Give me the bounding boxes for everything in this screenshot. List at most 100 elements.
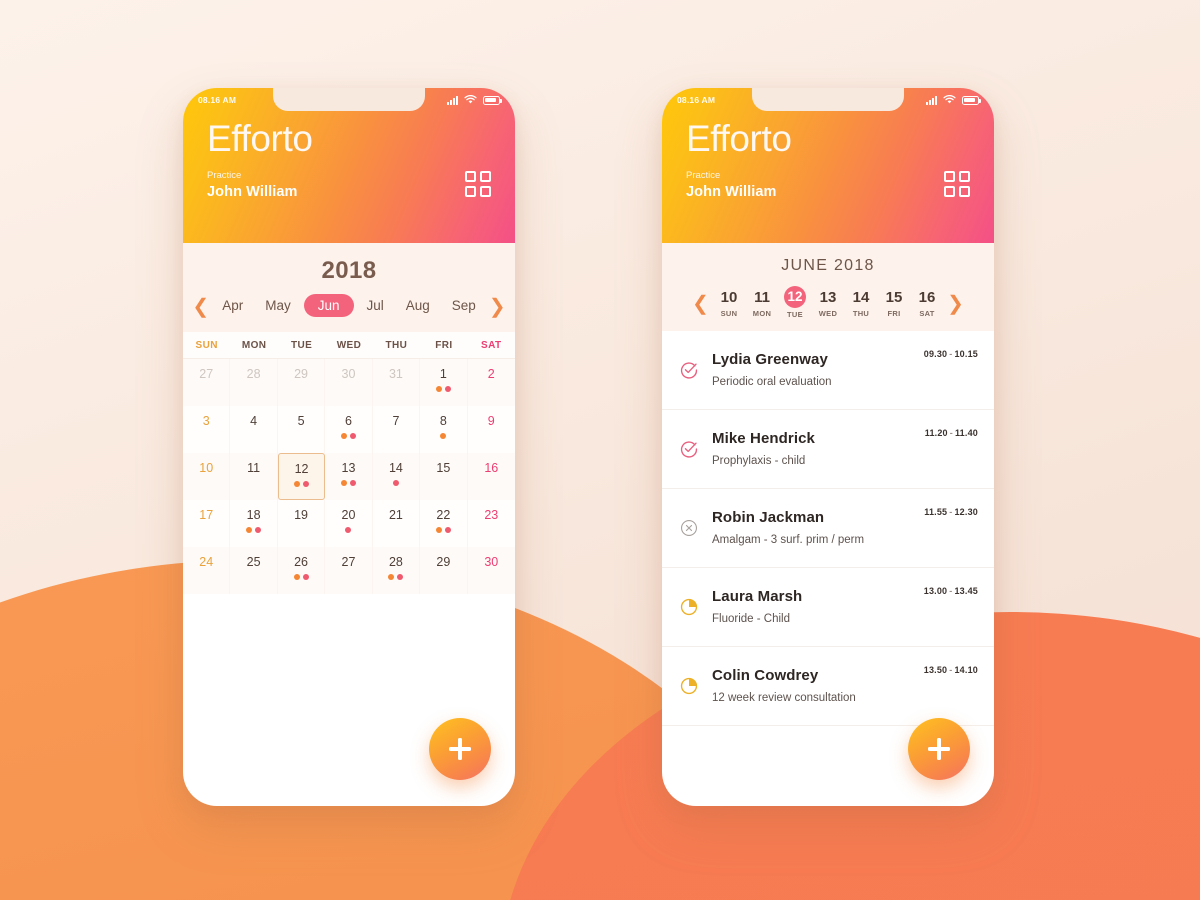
- calendar-day-cell[interactable]: 4: [230, 406, 278, 453]
- day-prev-button[interactable]: ❮: [690, 293, 712, 313]
- dow-label-sun: SUN: [195, 340, 218, 351]
- month-tab-sep[interactable]: Sep: [443, 294, 485, 317]
- appointment-details: Laura Marsh Fluoride - Child: [712, 587, 911, 626]
- calendar-day-cell[interactable]: 16: [468, 453, 515, 500]
- dow-label-thu: THU: [385, 340, 408, 351]
- calendar-day-cell[interactable]: 14: [373, 453, 421, 500]
- calendar-grid: 27 28 29 30 31 1 2 3 4 5 6 7 8 9 10 11 12 13 14 15 16 17 18 19 2…: [183, 359, 515, 594]
- calendar-day-number: 14: [388, 461, 403, 475]
- agenda-day-wed[interactable]: 13 WED: [813, 288, 844, 318]
- calendar-day-cell[interactable]: 5: [278, 406, 326, 453]
- calendar-day-cell[interactable]: 17: [183, 500, 231, 547]
- calendar-day-cell[interactable]: 30: [325, 359, 373, 406]
- x-circle-icon: [681, 520, 697, 536]
- practice-name: John William: [207, 184, 298, 201]
- calendar-day-cell[interactable]: 26: [278, 547, 326, 594]
- calendar-day-cell[interactable]: 29: [420, 547, 468, 594]
- calendar-day-cell[interactable]: 3: [183, 406, 231, 453]
- month-tab-jun[interactable]: Jun: [303, 294, 354, 317]
- calendar-day-cell[interactable]: 7: [373, 406, 421, 453]
- agenda-day-number: 16: [918, 288, 936, 306]
- calendar-day-cell[interactable]: 29: [278, 359, 326, 406]
- agenda-day-number: 10: [720, 288, 738, 306]
- year-label: 2018: [321, 257, 377, 284]
- month-tab-may[interactable]: May: [256, 294, 300, 317]
- calendar-day-cell[interactable]: 18: [230, 500, 278, 547]
- status-bar: 08.16 AM: [662, 88, 994, 112]
- calendar-day-cell[interactable]: 8: [420, 406, 468, 453]
- appointment-start-time: 11.55: [924, 507, 948, 517]
- appointment-row[interactable]: Lydia Greenway Periodic oral evaluation 09…: [662, 331, 994, 410]
- pie-circle-icon: [680, 598, 698, 616]
- calendar-day-cell[interactable]: 28: [230, 359, 278, 406]
- app-title: Efforto: [686, 118, 792, 159]
- appointment-patient-name: Mike Hendrick: [712, 430, 816, 448]
- appointment-status-icon: [679, 518, 699, 538]
- appointment-row[interactable]: Laura Marsh Fluoride - Child 13.00-13.45: [662, 568, 994, 647]
- grid-menu-icon[interactable]: [944, 171, 970, 198]
- wifi-icon: [943, 95, 956, 104]
- appointment-description: Amalgam - 3 surf. prim / perm: [712, 533, 865, 546]
- phone-calendar-screen: 08.16 AM Efforto Practice John William 2…: [183, 88, 515, 806]
- agenda-day-tue[interactable]: 12 TUE: [780, 286, 811, 319]
- add-appointment-button[interactable]: [429, 718, 491, 780]
- calendar-day-cell[interactable]: 11: [230, 453, 278, 500]
- agenda-day-mon[interactable]: 11 MON: [747, 288, 778, 318]
- calendar-day-cell[interactable]: 9: [468, 406, 515, 453]
- calendar-day-cell[interactable]: 15: [420, 453, 468, 500]
- calendar-day-cell[interactable]: 25: [230, 547, 278, 594]
- calendar-day-number: 17: [199, 508, 214, 522]
- appointment-dot-orange: [435, 526, 442, 533]
- check-circle-icon: [680, 362, 698, 379]
- calendar-day-cell[interactable]: 30: [468, 547, 515, 594]
- grid-menu-icon[interactable]: [465, 171, 491, 198]
- appointment-status-icon: [679, 439, 699, 459]
- appointment-dot-orange: [340, 479, 347, 486]
- agenda-day-number: 12: [784, 286, 806, 308]
- calendar-day-cell[interactable]: 6: [325, 406, 373, 453]
- calendar-day-cell[interactable]: 12: [277, 453, 326, 500]
- calendar-day-cell[interactable]: 27: [325, 547, 373, 594]
- calendar-day-cell[interactable]: 10: [183, 453, 231, 500]
- appointment-row[interactable]: Mike Hendrick Prophylaxis - child 11.20-11…: [662, 410, 994, 489]
- calendar-day-cell[interactable]: 20: [325, 500, 373, 547]
- month-tab-apr[interactable]: Apr: [213, 294, 252, 317]
- appointment-list: Lydia Greenway Periodic oral evaluation 09…: [662, 331, 994, 726]
- add-appointment-button[interactable]: [908, 718, 970, 780]
- agenda-day-sun[interactable]: 10 SUN: [714, 288, 745, 318]
- appointment-time-range: 13.00-13.45: [924, 586, 978, 596]
- calendar-day-cell[interactable]: 22: [420, 500, 468, 547]
- agenda-day-sat[interactable]: 16 SAT: [912, 288, 943, 318]
- practice-block: Practice John William: [686, 170, 777, 201]
- dow-label-tue: TUE: [290, 340, 313, 351]
- calendar-day-cell[interactable]: 23: [468, 500, 515, 547]
- month-next-button[interactable]: ❯: [489, 296, 506, 316]
- appointment-row[interactable]: Colin Cowdrey 12 week review consultation…: [662, 647, 994, 726]
- calendar-day-cell[interactable]: 19: [278, 500, 326, 547]
- appointment-row[interactable]: Robin Jackman Amalgam - 3 surf. prim / pe…: [662, 489, 994, 568]
- agenda-day-fri[interactable]: 15 FRI: [879, 288, 910, 318]
- month-prev-button[interactable]: ❮: [192, 296, 209, 316]
- calendar-day-cell[interactable]: 1: [420, 359, 468, 406]
- calendar-day-cell[interactable]: 2: [468, 359, 515, 406]
- month-tab-jul[interactable]: Jul: [358, 294, 393, 317]
- calendar-day-number: 11: [247, 461, 261, 475]
- appointment-details: Robin Jackman Amalgam - 3 surf. prim / pe…: [712, 508, 911, 547]
- calendar-day-number: 18: [246, 508, 261, 522]
- calendar-day-cell[interactable]: 13: [325, 453, 373, 500]
- calendar-day-cell[interactable]: 28: [373, 547, 421, 594]
- agenda-day-thu[interactable]: 14 THU: [846, 288, 877, 318]
- calendar-day-number: 13: [341, 461, 356, 475]
- calendar-day-cell[interactable]: 24: [183, 547, 231, 594]
- practice-block: Practice John William: [207, 170, 298, 201]
- calendar-day-number: 25: [246, 555, 261, 569]
- calendar-day-cell[interactable]: 31: [373, 359, 421, 406]
- appointment-details: Colin Cowdrey 12 week review consultation: [712, 666, 911, 705]
- calendar-day-cell[interactable]: 27: [183, 359, 231, 406]
- month-tab-aug[interactable]: Aug: [397, 294, 439, 317]
- calendar-day-cell[interactable]: 21: [373, 500, 421, 547]
- day-next-button[interactable]: ❯: [945, 293, 967, 313]
- agenda-day-label: WED: [818, 308, 838, 318]
- appointment-time-range: 11.55-12.30: [924, 507, 978, 517]
- battery-icon: [483, 95, 502, 105]
